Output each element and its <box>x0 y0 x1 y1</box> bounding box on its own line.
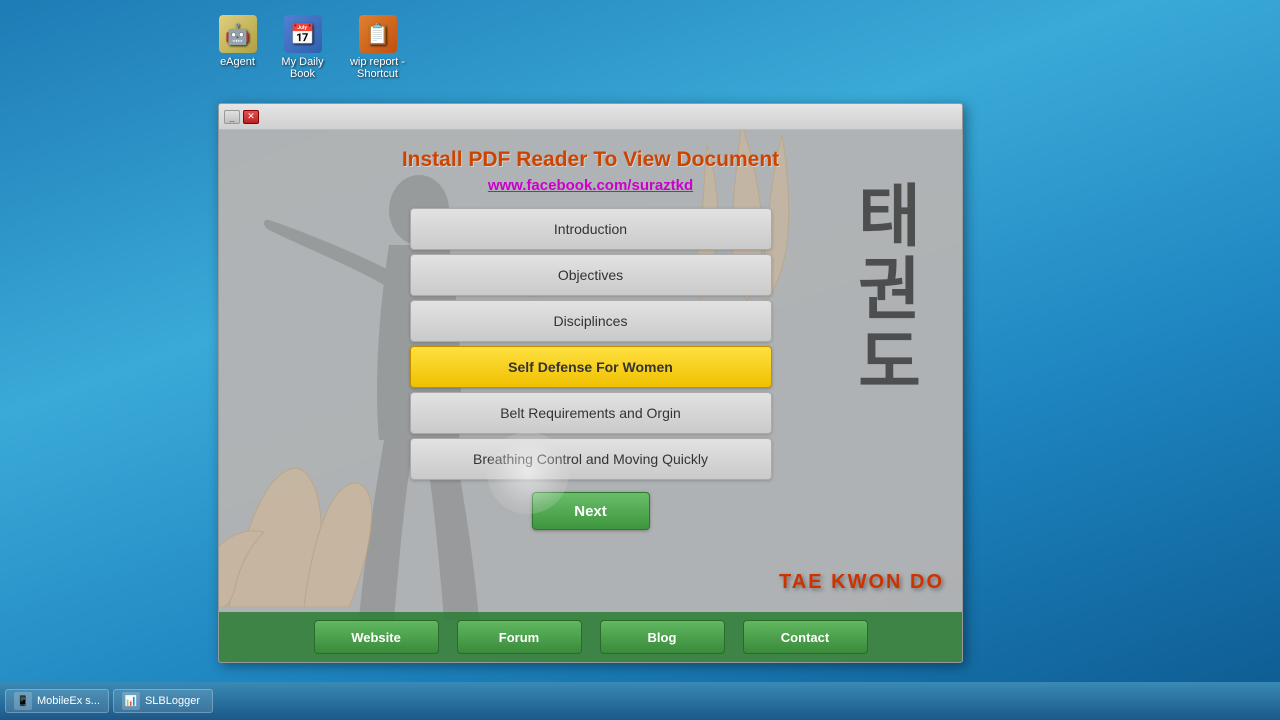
menu-btn-objectives[interactable]: Objectives <box>410 254 772 296</box>
next-button-container: Next <box>219 492 962 530</box>
menu-btn-self-defense[interactable]: Self Defense For Women <box>410 346 772 388</box>
taskbar-item-mobilex[interactable]: 📱 MobileEx s... <box>5 689 109 713</box>
header-section: Install PDF Reader To View Document www.… <box>219 130 962 202</box>
facebook-url: www.facebook.com/suraztkd <box>229 177 952 194</box>
next-button[interactable]: Next <box>532 492 650 530</box>
menu-btn-introduction[interactable]: Introduction <box>410 208 772 250</box>
install-text: Install PDF Reader To View Document <box>229 148 952 172</box>
menu-btn-breathing[interactable]: Breathing Control and Moving Quickly <box>410 438 772 480</box>
toolbar-contact-button[interactable]: Contact <box>743 620 868 654</box>
bottom-toolbar: Website Forum Blog Contact <box>219 612 962 662</box>
main-window: _ ✕ <box>218 103 963 663</box>
desktop-icon-daily-book[interactable]: 📅 My Daily Book <box>270 15 335 80</box>
menu-btn-disciplinces[interactable]: Disciplinces <box>410 300 772 342</box>
close-button[interactable]: ✕ <box>243 110 259 124</box>
toolbar-forum-button[interactable]: Forum <box>457 620 582 654</box>
toolbar-website-button[interactable]: Website <box>314 620 439 654</box>
taskbar-item-slblogger[interactable]: 📊 SLBLogger <box>113 689 213 713</box>
minimize-button[interactable]: _ <box>224 110 240 124</box>
taskbar: 📱 MobileEx s... 📊 SLBLogger <box>0 682 1280 720</box>
menu-btn-belt-requirements[interactable]: Belt Requirements and Orgin <box>410 392 772 434</box>
menu-buttons: Introduction Objectives Disciplinces Sel… <box>219 208 962 480</box>
window-content: 태권도 I <box>219 130 962 662</box>
toolbar-blog-button[interactable]: Blog <box>600 620 725 654</box>
tkd-text: TAE KWON DO <box>779 571 944 594</box>
desktop-icon-wip-report[interactable]: 📋 wip report - Shortcut <box>340 15 415 80</box>
desktop-icon-eagent[interactable]: 🤖 eAgent <box>205 15 270 68</box>
title-bar: _ ✕ <box>219 104 962 130</box>
